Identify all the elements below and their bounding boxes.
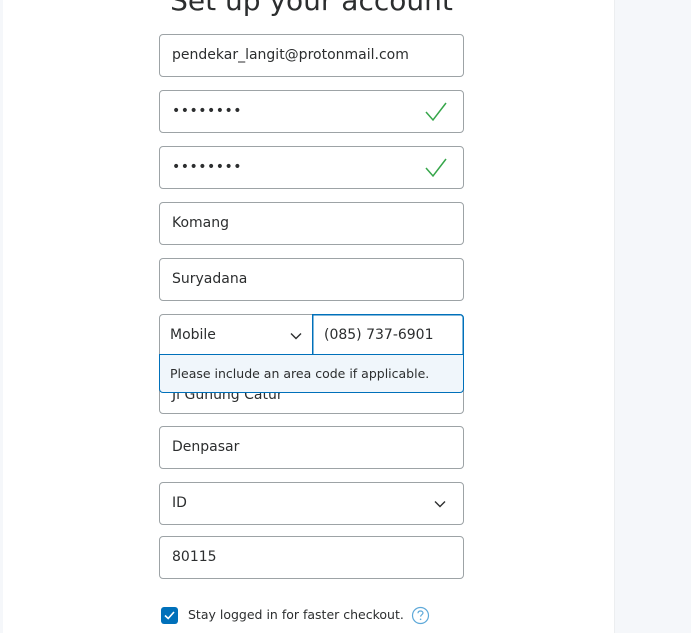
city-field[interactable]: Denpasar bbox=[159, 426, 464, 469]
help-icon[interactable] bbox=[411, 606, 430, 625]
checkmark-icon bbox=[164, 611, 175, 620]
phone-hint-tooltip: Please include an area code if applicabl… bbox=[159, 354, 464, 393]
checkmark-icon bbox=[425, 102, 447, 122]
first-name-value: Komang bbox=[172, 215, 230, 231]
last-name-field[interactable]: Suryadana bbox=[159, 258, 464, 301]
postal-code-field[interactable]: 80115 bbox=[159, 536, 464, 579]
checkmark-icon bbox=[425, 158, 447, 178]
phone-type-select[interactable]: Mobile bbox=[159, 314, 313, 357]
last-name-value: Suryadana bbox=[172, 271, 248, 287]
phone-hint-text: Please include an area code if applicabl… bbox=[170, 366, 430, 381]
email-value: pendekar_langit@protonmail.com bbox=[172, 47, 409, 63]
state-select[interactable]: ID bbox=[159, 482, 464, 525]
page-title: Set up your account bbox=[170, 0, 453, 17]
stay-logged-in-label: Stay logged in for faster checkout. bbox=[188, 607, 404, 622]
right-panel bbox=[614, 0, 691, 633]
city-value: Denpasar bbox=[172, 439, 240, 455]
stay-logged-in-checkbox[interactable] bbox=[161, 607, 178, 624]
confirm-password-value: •••••••• bbox=[172, 159, 243, 175]
first-name-field[interactable]: Komang bbox=[159, 202, 464, 245]
password-value: •••••••• bbox=[172, 103, 243, 119]
state-value: ID bbox=[172, 495, 187, 511]
chevron-down-icon bbox=[434, 501, 446, 508]
confirm-password-field[interactable]: •••••••• bbox=[159, 146, 464, 189]
phone-number-field[interactable]: (085) 737-6901 bbox=[312, 314, 464, 356]
signup-card: Set up your account pendekar_langit@prot… bbox=[3, 0, 614, 633]
chevron-down-icon bbox=[290, 333, 302, 340]
password-field[interactable]: •••••••• bbox=[159, 90, 464, 133]
email-field[interactable]: pendekar_langit@protonmail.com bbox=[159, 34, 464, 77]
phone-type-value: Mobile bbox=[170, 327, 216, 343]
stay-logged-in-row: Stay logged in for faster checkout. bbox=[161, 606, 461, 626]
postal-code-value: 80115 bbox=[172, 549, 217, 565]
phone-number-value: (085) 737-6901 bbox=[324, 327, 434, 343]
